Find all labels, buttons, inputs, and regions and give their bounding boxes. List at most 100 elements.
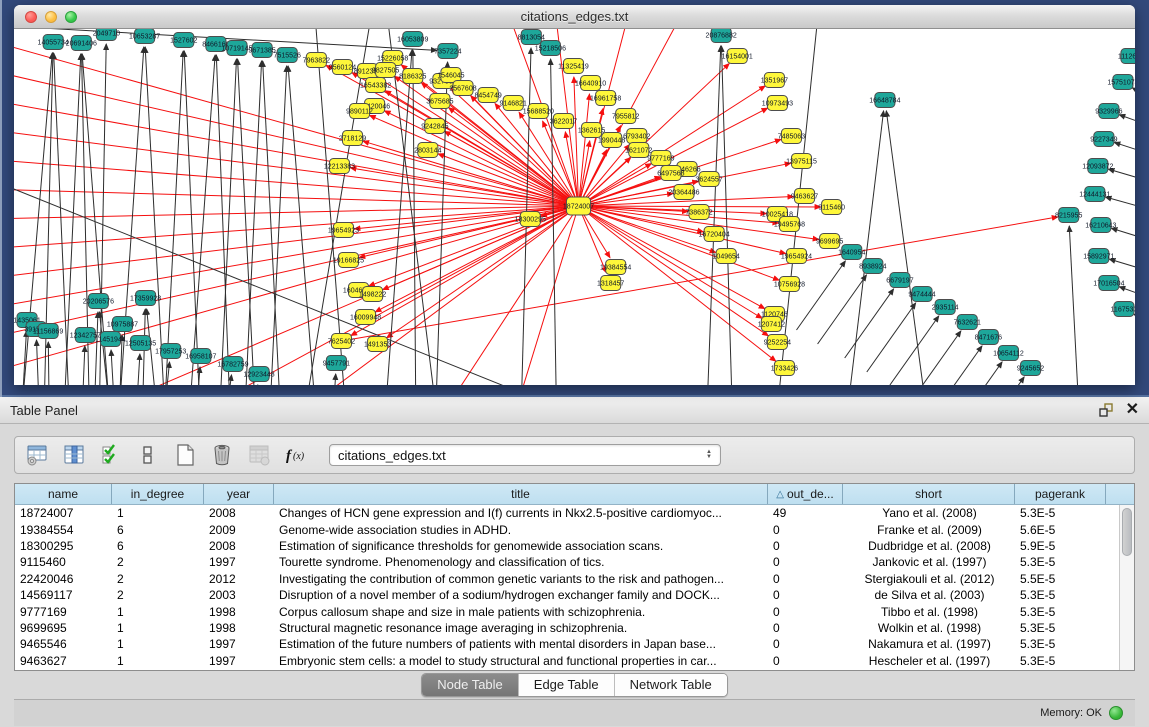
- graph-edge[interactable]: [333, 374, 335, 385]
- network-table-selector[interactable]: citations_edges.txt ▲▼: [329, 444, 721, 466]
- graph-node-label: 16958107: [185, 354, 216, 361]
- table-panel-header: Table Panel ✕: [0, 397, 1149, 424]
- table-row[interactable]: 2242004622012Investigating the contribut…: [15, 571, 1134, 587]
- column-header-out_de[interactable]: △out_de...: [768, 484, 843, 504]
- column-header-title[interactable]: title: [274, 484, 768, 504]
- table-row[interactable]: 1872400712008Changes of HCN gene express…: [15, 505, 1134, 521]
- graph-edge[interactable]: [165, 51, 184, 385]
- close-panel-icon[interactable]: ✕: [1126, 402, 1139, 418]
- network-graph[interactable]: 1872400714055734206914062049710106532871…: [14, 29, 1135, 385]
- tab-node-table[interactable]: Node Table: [422, 674, 519, 696]
- graph-edge[interactable]: [238, 59, 256, 385]
- graph-edge[interactable]: [145, 47, 164, 385]
- graph-edge[interactable]: [184, 51, 200, 385]
- scrollbar-thumb[interactable]: [1122, 508, 1132, 556]
- close-window-button[interactable]: [25, 11, 37, 23]
- graph-edge[interactable]: [263, 61, 281, 385]
- table-row[interactable]: 1830029562008Estimation of significance …: [15, 538, 1134, 554]
- graph-edge[interactable]: [975, 377, 1024, 385]
- graph-edge[interactable]: [796, 261, 845, 330]
- graph-edge[interactable]: [1119, 115, 1135, 129]
- table-row[interactable]: 977716911998Corpus callosum shape and si…: [15, 603, 1134, 619]
- graph-edge[interactable]: [721, 46, 732, 385]
- graph-edge[interactable]: [845, 289, 894, 358]
- table-cell: Estimation of significance thresholds fo…: [274, 539, 768, 553]
- network-window[interactable]: citations_edges.txt 18724007140557342069…: [14, 5, 1135, 385]
- column-header-pagerank[interactable]: pagerank: [1015, 484, 1106, 504]
- graph-edge[interactable]: [1134, 314, 1135, 327]
- table-cell: 5.6E-5: [1015, 523, 1106, 537]
- graph-edge[interactable]: [1069, 226, 1078, 385]
- graph-edge[interactable]: [48, 342, 49, 385]
- graph-edge[interactable]: [1114, 142, 1135, 157]
- table-cell: 18300295: [15, 539, 112, 553]
- table-cell: Investigating the contribution of common…: [274, 572, 768, 586]
- new-document-icon[interactable]: [173, 443, 197, 467]
- graph-edge[interactable]: [579, 206, 779, 223]
- table-row[interactable]: 1938455462009Genome-wide association stu…: [15, 521, 1134, 537]
- minimize-window-button[interactable]: [45, 11, 57, 23]
- zoom-window-button[interactable]: [65, 11, 77, 23]
- table-row[interactable]: 969969511998Structural magnetic resonanc…: [15, 620, 1134, 636]
- table-cell: 0: [768, 539, 843, 553]
- graph-edge[interactable]: [890, 316, 939, 385]
- graph-node-label: 19654924: [781, 254, 812, 261]
- graph-edge[interactable]: [22, 331, 26, 385]
- graph-edge[interactable]: [1105, 197, 1135, 212]
- graph-node-label: 13975115: [786, 159, 817, 166]
- graph-node-label: 7963822: [303, 58, 330, 65]
- graph-edge[interactable]: [1109, 259, 1135, 274]
- network-canvas[interactable]: 1872400714055734206914062049710106532871…: [14, 29, 1135, 385]
- validate-columns-icon[interactable]: [99, 443, 123, 467]
- table-row[interactable]: 946362711997Embryonic stem cells: a mode…: [15, 653, 1134, 669]
- vertical-scrollbar[interactable]: [1119, 505, 1134, 670]
- delete-table-icon[interactable]: [210, 443, 234, 467]
- graph-edge[interactable]: [867, 303, 916, 372]
- graph-edge[interactable]: [818, 275, 867, 344]
- table-settings-icon[interactable]: [25, 443, 49, 467]
- insert-column-icon[interactable]: [62, 443, 86, 467]
- graph-node-label: 1546045: [437, 73, 464, 80]
- graph-edge[interactable]: [137, 354, 140, 385]
- column-header-label: pagerank: [1035, 487, 1085, 501]
- table-cell: 0: [768, 637, 843, 651]
- graph-node-label: 7485063: [778, 134, 805, 141]
- float-panel-icon[interactable]: [1098, 402, 1114, 418]
- graph-node-label: 16640910: [575, 81, 606, 88]
- graph-edge[interactable]: [82, 346, 85, 385]
- graph-edge[interactable]: [1119, 287, 1135, 301]
- tab-network-table[interactable]: Network Table: [615, 674, 727, 696]
- function-builder-icon[interactable]: f(x): [284, 443, 308, 467]
- graph-edge[interactable]: [953, 362, 1002, 385]
- column-pair-icon[interactable]: [136, 443, 160, 467]
- graph-edge[interactable]: [315, 29, 345, 385]
- network-window-titlebar[interactable]: citations_edges.txt: [14, 5, 1135, 29]
- table-row[interactable]: 911546021997Tourette syndrome. Phenomeno…: [15, 554, 1134, 570]
- graph-edge[interactable]: [111, 350, 114, 385]
- table-cell: 5.3E-5: [1015, 654, 1106, 668]
- table-row[interactable]: 946554611997Estimation of the future num…: [15, 636, 1134, 652]
- graph-edge[interactable]: [37, 340, 40, 385]
- column-header-year[interactable]: year: [204, 484, 274, 504]
- graph-edge[interactable]: [1132, 88, 1135, 104]
- column-header-in_degree[interactable]: in_degree: [112, 484, 204, 504]
- column-header-short[interactable]: short: [843, 484, 1015, 504]
- table-row[interactable]: 1456911722003Disruption of a novel membe…: [15, 587, 1134, 603]
- table-cell: Estimation of the future numbers of pati…: [274, 637, 768, 651]
- graph-edge[interactable]: [375, 206, 578, 312]
- column-header-label: year: [227, 487, 250, 501]
- graph-edge[interactable]: [886, 111, 926, 385]
- tab-edge-table[interactable]: Edge Table: [519, 674, 615, 696]
- graph-edge[interactable]: [190, 55, 215, 385]
- graph-edge[interactable]: [1108, 169, 1135, 184]
- graph-edge[interactable]: [1111, 228, 1135, 243]
- graph-edge[interactable]: [14, 99, 579, 206]
- table-cell: Stergiakouli et al. (2012): [843, 572, 1015, 586]
- graph-node-label: 9245652: [1017, 366, 1044, 373]
- graph-edge[interactable]: [94, 312, 98, 385]
- graph-edge[interactable]: [933, 346, 982, 385]
- column-header-name[interactable]: name: [15, 484, 112, 504]
- table-cell: 1: [112, 621, 204, 635]
- graph-edge[interactable]: [245, 61, 262, 385]
- graph-edge[interactable]: [14, 206, 579, 374]
